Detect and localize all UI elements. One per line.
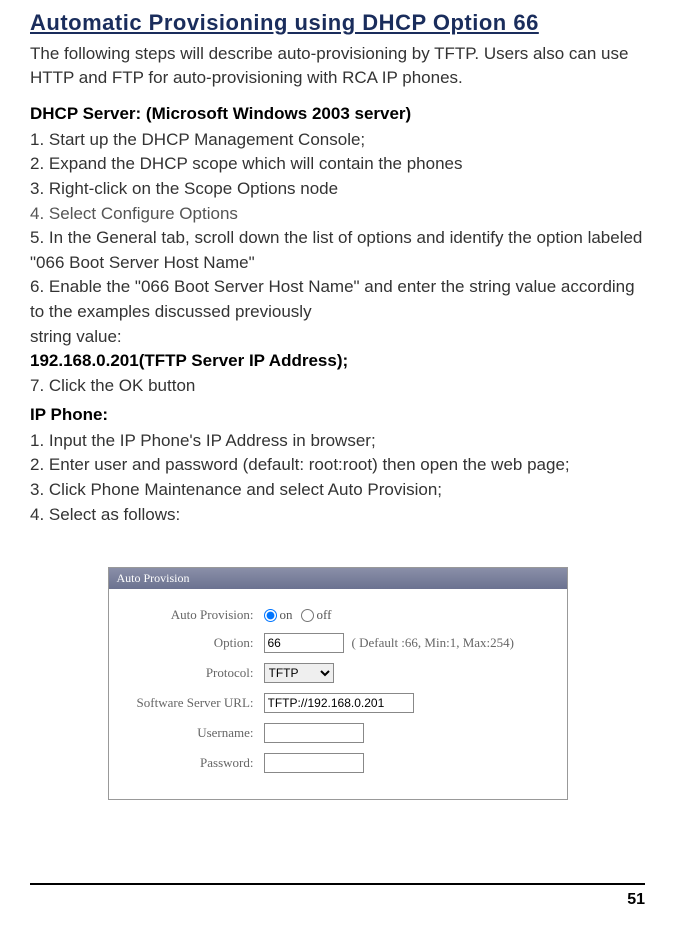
row-server-url: Software Server URL: [119,693,557,713]
radio-on[interactable] [264,609,277,622]
protocol-label: Protocol: [119,665,264,681]
footer-divider [30,883,645,885]
row-username: Username: [119,723,557,743]
row-auto-provision: Auto Provision: on off [119,607,557,623]
page-title: Automatic Provisioning using DHCP Option… [30,10,645,36]
dhcp-step-7: 7. Click the OK button [30,374,645,399]
panel-body: Auto Provision: on off Option: ( Default… [109,589,567,799]
auto-provision-label: Auto Provision: [119,607,264,623]
username-input[interactable] [264,723,364,743]
protocol-select[interactable]: TFTP [264,663,334,683]
ipphone-heading: IP Phone: [30,405,645,425]
ipphone-step-3: 3. Click Phone Maintenance and select Au… [30,478,645,503]
dhcp-step-4: 4. Select Configure Options [30,202,645,227]
row-password: Password: [119,753,557,773]
page-number: 51 [627,891,645,909]
ipphone-step-1: 1. Input the IP Phone's IP Address in br… [30,429,645,454]
intro-text: The following steps will describe auto-p… [30,42,645,90]
radio-on-label: on [280,607,293,623]
password-input[interactable] [264,753,364,773]
ipphone-step-2: 2. Enter user and password (default: roo… [30,453,645,478]
ipphone-step-4: 4. Select as follows: [30,503,645,528]
dhcp-step-3: 3. Right-click on the Scope Options node [30,177,645,202]
dhcp-step-5: 5. In the General tab, scroll down the l… [30,226,645,275]
username-label: Username: [119,725,264,741]
dhcp-step-2: 2. Expand the DHCP scope which will cont… [30,152,645,177]
row-option: Option: ( Default :66, Min:1, Max:254) [119,633,557,653]
string-value: 192.168.0.201(TFTP Server IP Address); [30,349,645,374]
radio-on-wrap[interactable]: on [264,607,293,623]
radio-off[interactable] [301,609,314,622]
option-note: ( Default :66, Min:1, Max:254) [352,635,514,651]
dhcp-heading: DHCP Server: (Microsoft Windows 2003 ser… [30,104,645,124]
option-input[interactable] [264,633,344,653]
panel-header: Auto Provision [109,568,567,589]
auto-provision-panel: Auto Provision Auto Provision: on off Op… [108,567,568,800]
string-value-label: string value: [30,325,645,350]
radio-off-label: off [317,607,332,623]
option-label: Option: [119,635,264,651]
server-url-label: Software Server URL: [119,695,264,711]
radio-off-wrap[interactable]: off [301,607,332,623]
server-url-input[interactable] [264,693,414,713]
dhcp-step-1: 1. Start up the DHCP Management Console; [30,128,645,153]
password-label: Password: [119,755,264,771]
dhcp-step-6: 6. Enable the "066 Boot Server Host Name… [30,275,645,324]
row-protocol: Protocol: TFTP [119,663,557,683]
